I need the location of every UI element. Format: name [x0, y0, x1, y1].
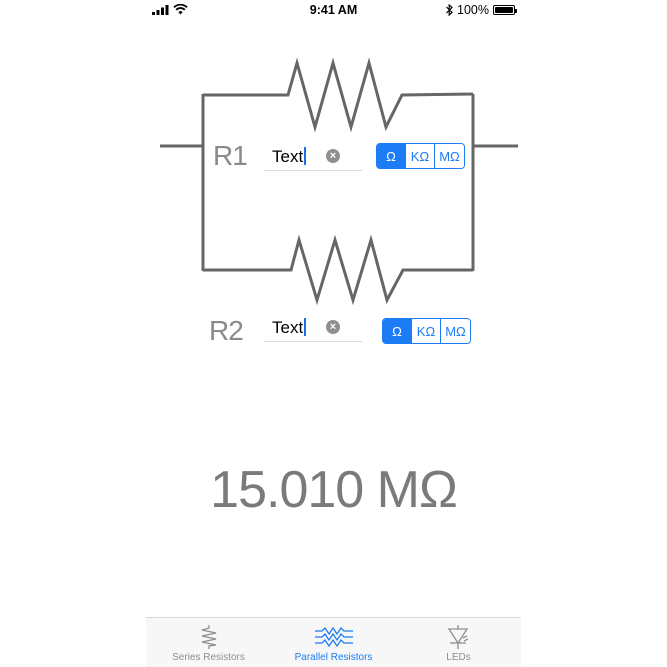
r2-unit-kohm[interactable]: KΩ — [412, 319, 441, 343]
r1-value-field[interactable]: Text × — [264, 140, 362, 171]
r1-input-text[interactable]: Text — [272, 147, 307, 167]
r2-unit-mohm[interactable]: MΩ — [441, 319, 470, 343]
parallel-resistor-icon — [314, 626, 353, 648]
text-cursor — [304, 147, 307, 165]
r2-clear-icon[interactable]: × — [326, 320, 340, 334]
total-resistance-result: 15.010 MΩ — [210, 461, 458, 519]
r1-clear-icon[interactable]: × — [326, 149, 340, 163]
r2-value-field[interactable]: Text × — [264, 311, 362, 342]
r2-input-text[interactable]: Text — [272, 318, 307, 338]
tab-parallel-resistors[interactable]: Parallel Resistors — [271, 618, 396, 667]
tab-parallel-label: Parallel Resistors — [294, 652, 373, 663]
r2-unit-ohm[interactable]: Ω — [383, 319, 412, 343]
tab-leds-label: LEDs — [446, 652, 471, 663]
r2-resistor-wire — [203, 234, 473, 306]
r2-unit-selector[interactable]: Ω KΩ MΩ — [382, 318, 471, 344]
tab-bar: Series Resistors Parallel Resistors LEDs — [146, 617, 521, 667]
r1-unit-selector[interactable]: Ω KΩ MΩ — [376, 143, 465, 169]
r1-label: R1 — [213, 140, 248, 171]
r1-resistor-wire — [203, 57, 474, 133]
r1-unit-kohm[interactable]: KΩ — [406, 144, 435, 168]
tab-leds[interactable]: LEDs — [396, 618, 521, 667]
led-icon — [447, 625, 468, 649]
r2-label: R2 — [209, 315, 244, 346]
r1-unit-ohm[interactable]: Ω — [377, 144, 406, 168]
r1-unit-mohm[interactable]: MΩ — [435, 144, 464, 168]
text-cursor — [304, 318, 307, 336]
series-resistor-icon — [201, 625, 216, 649]
tab-series-resistors[interactable]: Series Resistors — [146, 618, 271, 667]
tab-series-label: Series Resistors — [172, 652, 245, 663]
app-screen: 9:41 AM 100% R1 Text × Ω KΩ MΩ R2 Text ×… — [146, 0, 521, 667]
